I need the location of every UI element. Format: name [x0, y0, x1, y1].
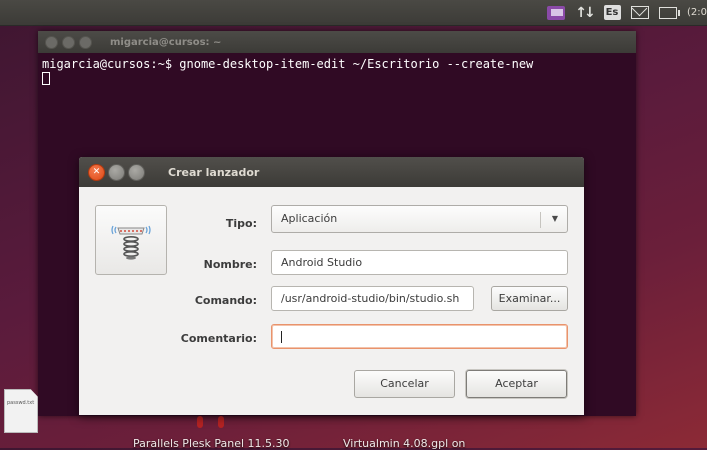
comment-label: Comentario: — [180, 332, 257, 345]
type-label: Tipo: — [225, 217, 257, 230]
combo-separator — [540, 212, 541, 228]
text-caret — [281, 331, 282, 343]
terminal-title: migarcia@cursos: ~ — [110, 36, 222, 48]
terminal-command: gnome-desktop-item-edit ~/Escritorio --c… — [172, 57, 534, 71]
network-icon: ↑↓ — [575, 4, 596, 21]
terminal-minimize-button[interactable] — [62, 35, 75, 49]
spring-launcher-icon — [111, 225, 151, 260]
terminal-prompt: migarcia@cursos:~$ — [42, 57, 173, 71]
comment-input[interactable] — [271, 324, 568, 349]
accept-button[interactable]: Aceptar — [466, 370, 567, 398]
desktop-item-label[interactable]: Virtualmin 4.08.gpl on — [343, 437, 465, 450]
desktop-item-label[interactable]: Parallels Plesk Panel 11.5.30 — [133, 437, 290, 450]
name-input[interactable]: Android Studio — [271, 250, 568, 275]
clock[interactable]: (2:0 — [687, 7, 707, 18]
desktop-icon-fragment — [197, 416, 203, 428]
dialog-close-button[interactable]: ✕ — [88, 163, 105, 181]
terminal-maximize-button[interactable] — [79, 35, 92, 49]
type-select-value: Aplicación — [281, 212, 338, 225]
close-icon: ✕ — [92, 167, 101, 177]
mail-indicator[interactable] — [631, 5, 649, 20]
keyboard-indicator[interactable]: Es — [603, 5, 621, 20]
launcher-icon-button[interactable] — [95, 205, 167, 275]
dialog-titlebar[interactable]: ✕ Crear lanzador — [79, 157, 584, 187]
top-panel: ↑↓ Es (2:0 — [0, 0, 707, 26]
system-tray: ↑↓ Es (2:0 — [547, 0, 707, 25]
battery-icon — [659, 6, 680, 19]
battery-indicator[interactable] — [659, 5, 680, 20]
command-input[interactable]: /usr/android-studio/bin/studio.sh — [271, 286, 474, 311]
create-launcher-dialog: ✕ Crear lanzador Tipo: Aplicación ▼ Nomb… — [79, 157, 584, 415]
desktop-file-icon[interactable]: passwd.txt — [4, 389, 38, 433]
name-label: Nombre: — [203, 258, 257, 271]
keyboard-icon: Es — [603, 5, 621, 20]
terminal-line: migarcia@cursos:~$ gnome-desktop-item-ed… — [42, 57, 632, 71]
terminal-titlebar[interactable]: migarcia@cursos: ~ — [38, 31, 636, 53]
command-label: Comando: — [194, 294, 257, 307]
desktop-icon-fragment — [218, 416, 224, 428]
type-select[interactable]: Aplicación ▼ — [271, 205, 568, 233]
dialog-title: Crear lanzador — [168, 165, 260, 179]
terminal-close-button[interactable] — [45, 35, 58, 49]
dialog-maximize-button[interactable] — [128, 163, 145, 181]
dialog-minimize-button[interactable] — [108, 163, 125, 181]
cancel-button[interactable]: Cancelar — [354, 370, 455, 398]
messaging-icon — [547, 5, 565, 20]
terminal-line — [42, 71, 632, 85]
network-indicator[interactable]: ↑↓ — [575, 4, 596, 21]
terminal-output[interactable]: migarcia@cursos:~$ gnome-desktop-item-ed… — [38, 53, 636, 89]
desktop-file-label: passwd.txt — [7, 400, 35, 406]
messaging-indicator[interactable] — [547, 5, 565, 20]
browse-button[interactable]: Examinar... — [491, 286, 568, 311]
mail-icon — [631, 6, 649, 19]
chevron-down-icon: ▼ — [551, 214, 558, 223]
terminal-cursor — [42, 72, 50, 85]
